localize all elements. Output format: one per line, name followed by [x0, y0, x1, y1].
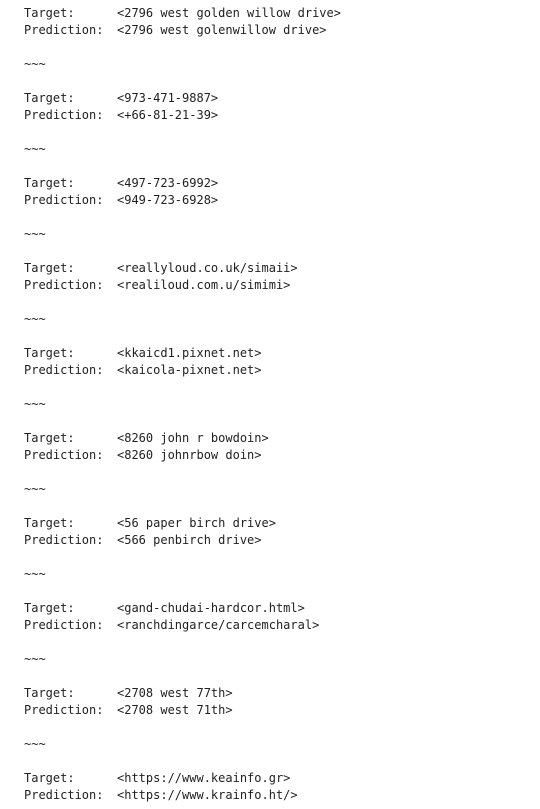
- entry: Target: <kkaicd1.pixnet.net> Prediction: <…: [24, 345, 534, 379]
- target-line: Target: <reallyloud.co.uk/simaii>: [24, 260, 534, 277]
- target-value: <reallyloud.co.uk/simaii>: [117, 261, 298, 275]
- prediction-value: <2796 west golenwillow drive>: [117, 23, 327, 37]
- prediction-value: <2708 west 71th>: [117, 703, 233, 717]
- separator: ~~~: [24, 227, 46, 241]
- document-body: Target: <2796 west golden willow drive> P…: [24, 5, 534, 804]
- separator: ~~~: [24, 652, 46, 666]
- prediction-label: Prediction:: [24, 703, 104, 717]
- entry: Target: <reallyloud.co.uk/simaii> Predict…: [24, 260, 534, 294]
- prediction-label: Prediction:: [24, 108, 104, 122]
- entry: Target: <973-471-9887> Prediction: <+66-81…: [24, 90, 534, 124]
- prediction-line: Prediction: <949-723-6928>: [24, 192, 534, 209]
- target-line: Target: <56 paper birch drive>: [24, 515, 534, 532]
- target-value: <gand-chudai-hardcor.html>: [117, 601, 305, 615]
- prediction-line: Prediction: <566 penbirch drive>: [24, 532, 534, 549]
- target-line: Target: <973-471-9887>: [24, 90, 534, 107]
- target-label: Target:: [24, 176, 75, 190]
- target-value: <kkaicd1.pixnet.net>: [117, 346, 262, 360]
- target-value: <973-471-9887>: [117, 91, 219, 105]
- target-value: <56 paper birch drive>: [117, 516, 276, 530]
- prediction-line: Prediction: <https://www.krainfo.ht/>: [24, 787, 534, 804]
- prediction-value: <https://www.krainfo.ht/>: [117, 788, 298, 802]
- target-label: Target:: [24, 431, 75, 445]
- separator: ~~~: [24, 142, 46, 156]
- target-line: Target: <2796 west golden willow drive>: [24, 5, 534, 22]
- target-line: Target: <gand-chudai-hardcor.html>: [24, 600, 534, 617]
- prediction-line: Prediction: <+66-81-21-39>: [24, 107, 534, 124]
- prediction-label: Prediction:: [24, 448, 104, 462]
- target-line: Target: <497-723-6992>: [24, 175, 534, 192]
- prediction-value: <566 penbirch drive>: [117, 533, 262, 547]
- entry: Target: <497-723-6992> Prediction: <949-72…: [24, 175, 534, 209]
- entry: Target: <2708 west 77th> Prediction: <2708…: [24, 685, 534, 719]
- prediction-line: Prediction: <realiloud.com.u/simimi>: [24, 277, 534, 294]
- entry: Target: <8260 john r bowdoin> Prediction:…: [24, 430, 534, 464]
- entry: Target: <2796 west golden willow drive> P…: [24, 5, 534, 39]
- prediction-label: Prediction:: [24, 23, 104, 37]
- entry: Target: <56 paper birch drive> Prediction…: [24, 515, 534, 549]
- target-value: <8260 john r bowdoin>: [117, 431, 269, 445]
- target-label: Target:: [24, 346, 75, 360]
- target-label: Target:: [24, 6, 75, 20]
- target-line: Target: <2708 west 77th>: [24, 685, 534, 702]
- target-value: <2708 west 77th>: [117, 686, 233, 700]
- target-value: <2796 west golden willow drive>: [117, 6, 341, 20]
- prediction-line: Prediction: <kaicola-pixnet.net>: [24, 362, 534, 379]
- prediction-value: <8260 johnrbow doin>: [117, 448, 262, 462]
- prediction-line: Prediction: <8260 johnrbow doin>: [24, 447, 534, 464]
- prediction-value: <kaicola-pixnet.net>: [117, 363, 262, 377]
- separator: ~~~: [24, 397, 46, 411]
- target-value: <497-723-6992>: [117, 176, 219, 190]
- entry: Target: <gand-chudai-hardcor.html> Predic…: [24, 600, 534, 634]
- target-value: <https://www.keainfo.gr>: [117, 771, 291, 785]
- prediction-line: Prediction: <2708 west 71th>: [24, 702, 534, 719]
- entry: Target: <https://www.keainfo.gr> Predicti…: [24, 770, 534, 804]
- target-label: Target:: [24, 601, 75, 615]
- prediction-value: <realiloud.com.u/simimi>: [117, 278, 291, 292]
- target-line: Target: <kkaicd1.pixnet.net>: [24, 345, 534, 362]
- target-line: Target: <https://www.keainfo.gr>: [24, 770, 534, 787]
- prediction-label: Prediction:: [24, 618, 104, 632]
- separator: ~~~: [24, 57, 46, 71]
- prediction-label: Prediction:: [24, 533, 104, 547]
- separator: ~~~: [24, 312, 46, 326]
- prediction-label: Prediction:: [24, 788, 104, 802]
- target-label: Target:: [24, 686, 75, 700]
- target-line: Target: <8260 john r bowdoin>: [24, 430, 534, 447]
- target-label: Target:: [24, 516, 75, 530]
- target-label: Target:: [24, 91, 75, 105]
- target-label: Target:: [24, 771, 75, 785]
- separator: ~~~: [24, 737, 46, 751]
- separator: ~~~: [24, 567, 46, 581]
- prediction-value: <ranchdingarce/carcemcharal>: [117, 618, 320, 632]
- prediction-value: <+66-81-21-39>: [117, 108, 219, 122]
- target-label: Target:: [24, 261, 75, 275]
- prediction-label: Prediction:: [24, 363, 104, 377]
- prediction-line: Prediction: <2796 west golenwillow drive>: [24, 22, 534, 39]
- prediction-label: Prediction:: [24, 193, 104, 207]
- separator: ~~~: [24, 482, 46, 496]
- prediction-line: Prediction: <ranchdingarce/carcemcharal>: [24, 617, 534, 634]
- prediction-label: Prediction:: [24, 278, 104, 292]
- prediction-value: <949-723-6928>: [117, 193, 219, 207]
